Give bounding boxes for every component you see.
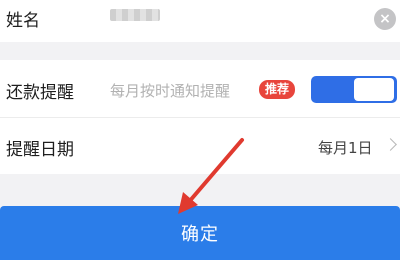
name-label: 姓名	[6, 11, 40, 31]
reminder-date-row[interactable]: 提醒日期 每月1日	[0, 117, 400, 174]
reminder-hint-text: 每月按时通知提醒	[110, 82, 231, 100]
name-row: 姓名 ×	[0, 0, 400, 42]
toggle-knob	[354, 78, 394, 101]
recommended-badge: 推荐	[259, 80, 296, 99]
reminder-date-value: 每月1日	[318, 139, 373, 157]
chevron-right-icon	[384, 138, 397, 151]
reminder-date-label: 提醒日期	[6, 140, 74, 160]
confirm-button[interactable]: 确定	[0, 206, 400, 260]
name-value-masked[interactable]	[110, 9, 160, 21]
clear-icon[interactable]: ×	[374, 8, 396, 30]
reminder-card: 还款提醒 每月按时通知提醒 推荐 提醒日期 每月1日	[0, 60, 400, 174]
reminder-settings-screen: 姓名 × 还款提醒 每月按时通知提醒 推荐 提醒日期 每月1日 确定	[0, 0, 400, 260]
repayment-reminder-row: 还款提醒 每月按时通知提醒 推荐	[0, 60, 400, 117]
reminder-toggle[interactable]	[311, 76, 397, 103]
repayment-reminder-label: 还款提醒	[6, 83, 74, 103]
